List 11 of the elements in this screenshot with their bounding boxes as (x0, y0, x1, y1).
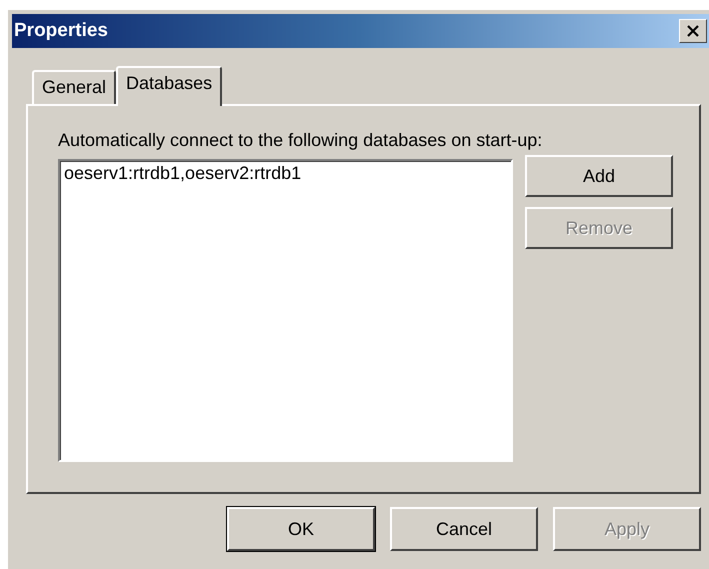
list-label: Automatically connect to the following databases on start-up: (58, 130, 544, 151)
ok-button[interactable]: OK (227, 507, 375, 551)
database-list[interactable]: oeserv1:rtrdb1,oeserv2:rtrdb1 (58, 159, 513, 462)
cancel-button[interactable]: Cancel (390, 507, 538, 551)
close-button[interactable] (679, 19, 707, 43)
tab[interactable]: Databases (116, 66, 222, 106)
close-icon (686, 25, 700, 37)
list-item[interactable]: oeserv1:rtrdb1,oeserv2:rtrdb1 (64, 163, 507, 184)
window-title: Properties (14, 20, 108, 42)
add-button[interactable]: Add (525, 155, 673, 197)
tab[interactable]: General (32, 70, 116, 104)
